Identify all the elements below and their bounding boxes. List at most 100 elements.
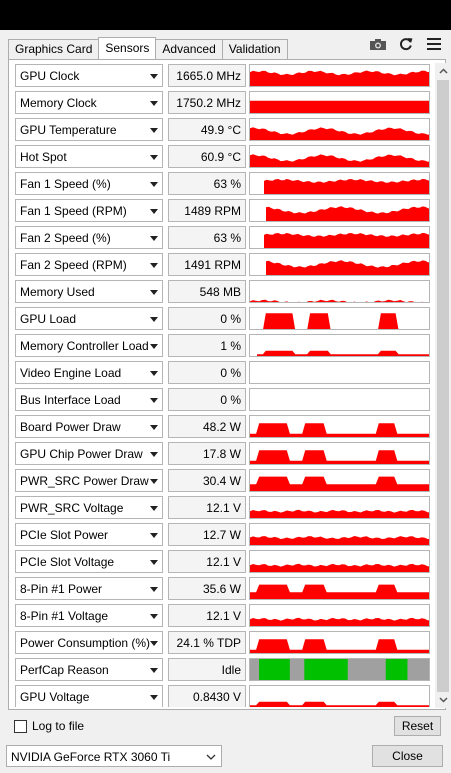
sensor-graph-plot <box>250 154 429 167</box>
sensor-label-dropdown[interactable]: 8-Pin #1 Voltage <box>15 604 163 627</box>
sensor-label-dropdown[interactable]: 8-Pin #1 Power <box>15 577 163 600</box>
sensor-label-dropdown[interactable]: GPU Temperature <box>15 118 163 141</box>
sensor-label-dropdown[interactable]: GPU Chip Power Draw <box>15 442 163 465</box>
sensor-row-power-consumption: Power Consumption (%) 24.1 % TDP <box>13 630 431 655</box>
sensor-label-dropdown[interactable]: Power Consumption (%) <box>15 631 163 654</box>
sensors-panel: GPU Clock 1665.0 MHz Memory Clock 1750.2 MH… <box>8 59 451 710</box>
tab-sensors[interactable]: Sensors <box>98 37 157 59</box>
refresh-icon[interactable] <box>397 37 415 51</box>
sensor-label-dropdown[interactable]: Hot Spot <box>15 145 163 168</box>
sensor-value-box: 12.1 V <box>168 496 246 519</box>
sensor-graph-plot <box>250 584 429 599</box>
dropdown-arrow-icon[interactable] <box>150 317 158 322</box>
dropdown-arrow-icon[interactable] <box>150 344 158 349</box>
dropdown-arrow-icon[interactable] <box>150 155 158 160</box>
sensor-label-dropdown[interactable]: PCIe Slot Voltage <box>15 550 163 573</box>
sensor-graph <box>249 145 430 168</box>
sensor-value: 0 % <box>220 312 241 326</box>
sensor-label-dropdown[interactable]: Memory Clock <box>15 91 163 114</box>
dropdown-arrow-icon[interactable] <box>150 641 158 646</box>
sensor-label-dropdown[interactable]: PWR_SRC Power Draw <box>15 469 163 492</box>
camera-icon[interactable] <box>369 37 387 51</box>
close-button[interactable]: Close <box>372 745 443 767</box>
sensor-label: GPU Voltage <box>20 690 90 704</box>
vertical-scrollbar[interactable] <box>435 63 451 708</box>
dropdown-arrow-icon[interactable] <box>150 290 158 295</box>
scroll-up-arrow-icon[interactable] <box>435 63 451 79</box>
sensor-label-dropdown[interactable]: Bus Interface Load <box>15 388 163 411</box>
sensor-label-dropdown[interactable]: Fan 2 Speed (%) <box>15 226 163 249</box>
sensor-label-dropdown[interactable]: Fan 1 Speed (RPM) <box>15 199 163 222</box>
dropdown-arrow-icon[interactable] <box>150 668 158 673</box>
sensor-label-dropdown[interactable]: PCIe Slot Power <box>15 523 163 546</box>
dropdown-arrow-icon[interactable] <box>150 398 158 403</box>
title-bar <box>0 0 451 30</box>
tab-graphics-card[interactable]: Graphics Card <box>8 39 100 59</box>
sensor-value-box: 1665.0 MHz <box>168 64 246 87</box>
sensor-graph-plot <box>250 536 429 545</box>
hamburger-menu-icon[interactable] <box>425 37 443 51</box>
sensor-graph-plot <box>264 178 429 194</box>
sensor-label-dropdown[interactable]: Memory Used <box>15 280 163 303</box>
gpu-select-value: NVIDIA GeForce RTX 3060 Ti <box>11 750 171 764</box>
sensor-value-box: 0 % <box>168 388 246 411</box>
dropdown-arrow-icon[interactable] <box>150 263 158 268</box>
sensor-label: Power Consumption (%) <box>20 636 151 650</box>
gpu-select[interactable]: NVIDIA GeForce RTX 3060 Ti <box>6 745 222 767</box>
sensor-graph-plot <box>250 476 429 491</box>
sensor-label-dropdown[interactable]: Video Engine Load <box>15 361 163 384</box>
sensor-label-dropdown[interactable]: Board Power Draw <box>15 415 163 438</box>
log-to-file-checkbox[interactable] <box>14 719 27 733</box>
sensor-row-pcie-slot-power: PCIe Slot Power 12.7 W <box>13 522 431 547</box>
sensor-value-box: 24.1 % TDP <box>168 631 246 654</box>
dropdown-arrow-icon[interactable] <box>150 209 158 214</box>
sensor-label-dropdown[interactable]: PerfCap Reason <box>15 658 163 681</box>
sensor-graph <box>249 199 430 222</box>
sensor-graph <box>249 91 430 114</box>
scroll-down-arrow-icon[interactable] <box>435 692 451 708</box>
dropdown-arrow-icon[interactable] <box>150 128 158 133</box>
sensor-label: PCIe Slot Power <box>20 528 109 542</box>
sensor-label: Fan 2 Speed (RPM) <box>20 258 127 272</box>
sensor-graph-plot <box>250 100 429 113</box>
dropdown-arrow-icon[interactable] <box>150 74 158 79</box>
dropdown-arrow-icon[interactable] <box>150 695 158 700</box>
dropdown-arrow-icon[interactable] <box>150 479 158 484</box>
dropdown-arrow-icon[interactable] <box>150 587 158 592</box>
sensor-row-memory-clock: Memory Clock 1750.2 MHz <box>13 90 431 115</box>
sensor-label-dropdown[interactable]: GPU Voltage <box>15 685 163 707</box>
graph-fill <box>250 423 429 437</box>
log-to-file[interactable]: Log to file <box>14 718 84 734</box>
sensor-value-box: 60.9 °C <box>168 145 246 168</box>
graph-fill <box>250 536 429 545</box>
tab-validation[interactable]: Validation <box>221 39 288 59</box>
dropdown-arrow-icon[interactable] <box>150 560 158 565</box>
dropdown-arrow-icon[interactable] <box>150 371 158 376</box>
dropdown-arrow-icon[interactable] <box>150 236 158 241</box>
dropdown-arrow-icon[interactable] <box>150 506 158 511</box>
dropdown-arrow-icon[interactable] <box>150 101 158 106</box>
sensor-label-dropdown[interactable]: Fan 1 Speed (%) <box>15 172 163 195</box>
sensor-label-dropdown[interactable]: GPU Clock <box>15 64 163 87</box>
sensor-value: 48.2 W <box>202 420 241 434</box>
dropdown-arrow-icon[interactable] <box>150 182 158 187</box>
dropdown-arrow-icon[interactable] <box>150 452 158 457</box>
tab-advanced[interactable]: Advanced <box>155 39 223 59</box>
sensor-label-dropdown[interactable]: Fan 2 Speed (RPM) <box>15 253 163 276</box>
dropdown-arrow-icon[interactable] <box>150 533 158 538</box>
sensor-label-dropdown[interactable]: Memory Controller Load <box>15 334 163 357</box>
sensor-label: Board Power Draw <box>20 420 121 434</box>
sensor-value-box: 1491 RPM <box>168 253 246 276</box>
sensor-row-fan-1-speed-rpm: Fan 1 Speed (RPM) 1489 RPM <box>13 198 431 223</box>
sensor-label-dropdown[interactable]: GPU Load <box>15 307 163 330</box>
reset-button[interactable]: Reset <box>394 716 441 736</box>
scroll-thumb[interactable] <box>437 80 449 692</box>
sensor-label: Bus Interface Load <box>20 393 121 407</box>
sensor-graph-plot <box>250 299 424 302</box>
sensor-graph <box>249 226 430 249</box>
dropdown-arrow-icon[interactable] <box>150 614 158 619</box>
graph-fill <box>250 127 429 140</box>
sensor-graph <box>249 415 430 438</box>
dropdown-arrow-icon[interactable] <box>150 425 158 430</box>
sensor-label-dropdown[interactable]: PWR_SRC Voltage <box>15 496 163 519</box>
